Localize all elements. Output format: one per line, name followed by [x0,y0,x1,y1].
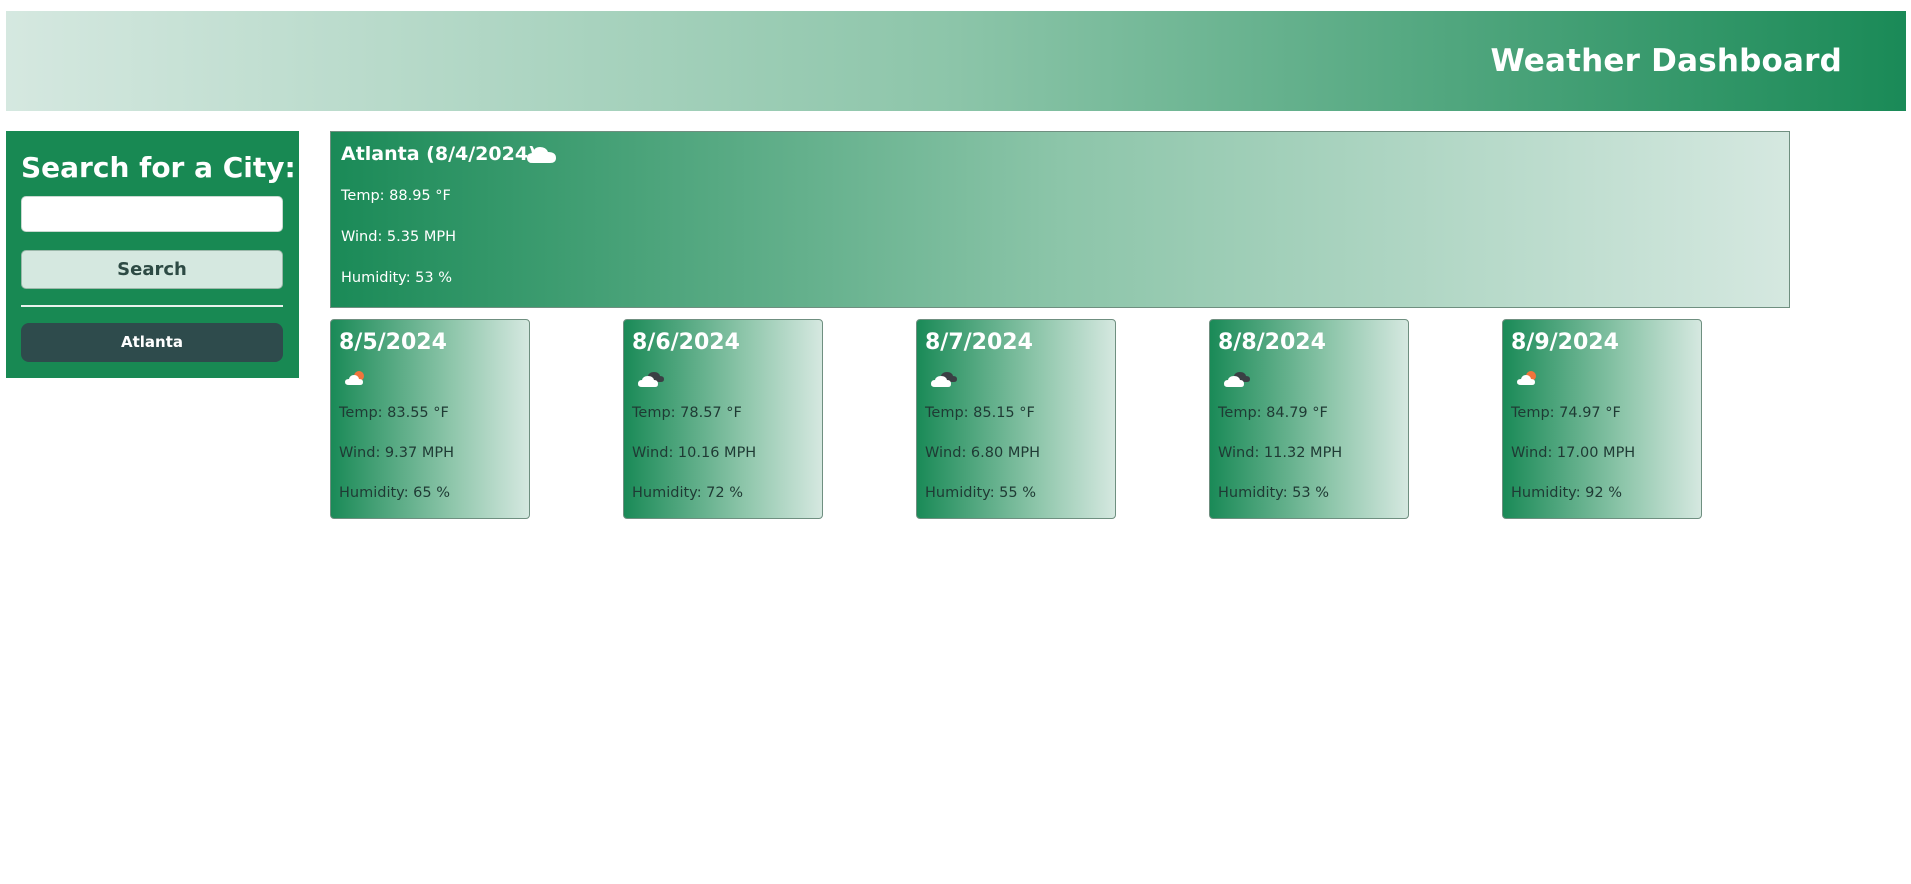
search-heading: Search for a City: [21,151,296,184]
forecast-humidity: Humidity: 65 % [339,485,451,501]
forecast-temp: Temp: 83.55 °F [339,405,449,421]
forecast-date: 8/9/2024 [1511,330,1619,355]
partly-cloudy-sun-icon [343,369,369,391]
page-title: Weather Dashboard [1490,43,1842,79]
forecast-wind: Wind: 11.32 MPH [1218,445,1343,461]
dark-clouds-icon [1222,369,1252,393]
forecast-date: 8/7/2024 [925,330,1033,355]
forecast-date: 8/6/2024 [632,330,740,355]
forecast-card: 8/8/2024 Temp: 84.79 °F Wind: 11.32 MPH … [1209,319,1409,519]
forecast-temp: Temp: 74.97 °F [1511,405,1621,421]
forecast-card: 8/6/2024 Temp: 78.57 °F Wind: 10.16 MPH … [623,319,823,519]
forecast-wind: Wind: 9.37 MPH [339,445,454,461]
forecast-temp: Temp: 84.79 °F [1218,405,1328,421]
forecast-wind: Wind: 10.16 MPH [632,445,757,461]
current-weather-panel: Atlanta (8/4/2024) Temp: 88.95 °F Wind: … [330,131,1790,308]
forecast-wind: Wind: 17.00 MPH [1511,445,1636,461]
forecast-date: 8/5/2024 [339,330,447,355]
dark-clouds-icon [636,369,666,393]
current-humidity: Humidity: 53 % [341,270,453,286]
dark-clouds-icon [929,369,959,393]
forecast-temp: Temp: 85.15 °F [925,405,1035,421]
city-search-input[interactable] [21,196,283,232]
forecast-humidity: Humidity: 72 % [632,485,744,501]
forecast-card: 8/7/2024 Temp: 85.15 °F Wind: 6.80 MPH H… [916,319,1116,519]
cloud-icon [525,142,559,170]
current-wind: Wind: 5.35 MPH [341,229,456,245]
header-banner: Weather Dashboard [6,11,1906,111]
forecast-wind: Wind: 6.80 MPH [925,445,1040,461]
forecast-humidity: Humidity: 53 % [1218,485,1330,501]
search-sidebar: Search for a City: Search Atlanta [6,131,299,378]
forecast-temp: Temp: 78.57 °F [632,405,742,421]
history-button-atlanta[interactable]: Atlanta [21,323,283,362]
forecast-date: 8/8/2024 [1218,330,1326,355]
current-city-title: Atlanta (8/4/2024) [341,143,537,165]
sidebar-divider [21,305,283,307]
partly-cloudy-sun-icon [1515,369,1541,391]
forecast-card: 8/5/2024 Temp: 83.55 °F Wind: 9.37 MPH H… [330,319,530,519]
search-button[interactable]: Search [21,250,283,289]
forecast-humidity: Humidity: 92 % [1511,485,1623,501]
current-temp: Temp: 88.95 °F [341,188,451,204]
forecast-card: 8/9/2024 Temp: 74.97 °F Wind: 17.00 MPH … [1502,319,1702,519]
forecast-humidity: Humidity: 55 % [925,485,1037,501]
